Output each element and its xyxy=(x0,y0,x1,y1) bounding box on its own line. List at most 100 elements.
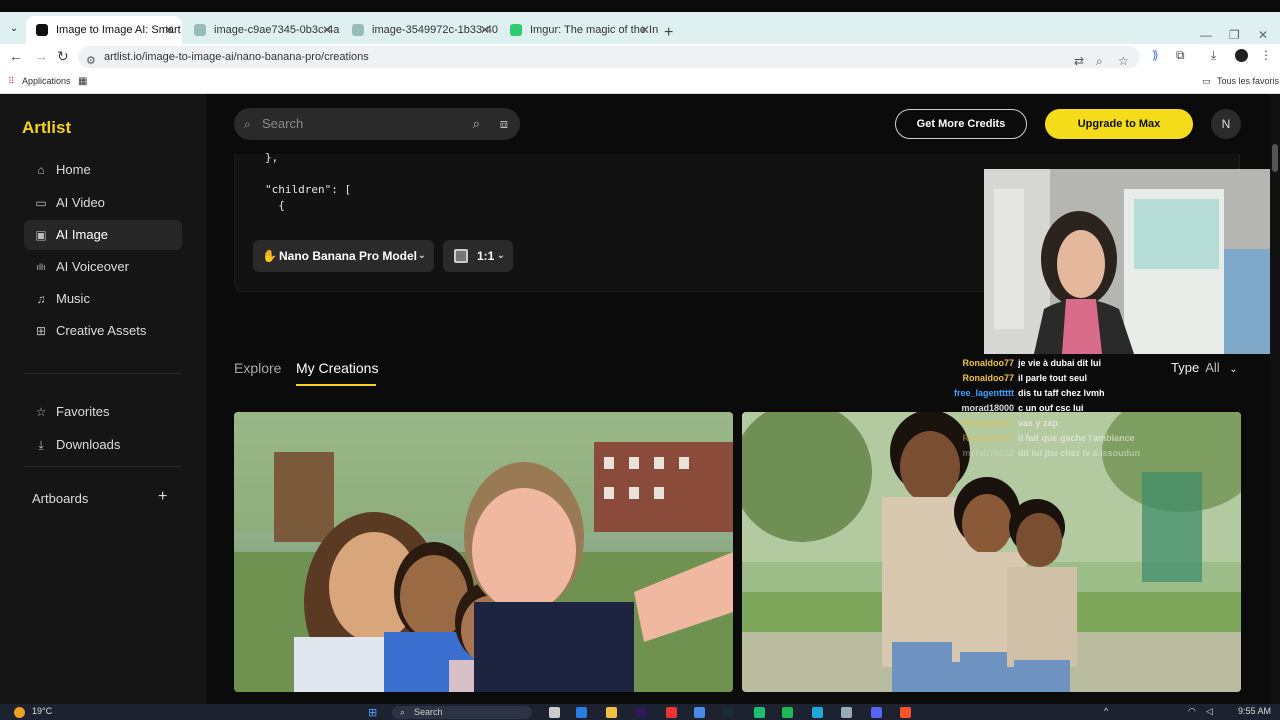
back-icon[interactable]: ← xyxy=(9,48,23,64)
aspect-ratio-selector[interactable]: 1:1 ⌄ xyxy=(443,240,513,272)
chat-message: Ronaldoo77 vas y zap xyxy=(940,416,1180,431)
tab-explore[interactable]: Explore xyxy=(234,360,281,376)
extension-icon[interactable]: ⟫ xyxy=(1152,48,1159,62)
extensions-puzzle-icon[interactable]: ⧉ xyxy=(1176,48,1185,63)
close-tab-icon[interactable]: ✕ xyxy=(322,16,332,44)
download-icon[interactable]: ⤓ xyxy=(1211,48,1216,63)
volume-icon[interactable]: ◁ xyxy=(1206,706,1213,717)
tab-list-dropdown-icon[interactable]: ⌄ xyxy=(6,21,22,37)
taskbar-search-label: Search xyxy=(414,707,443,717)
app-icon[interactable] xyxy=(812,707,823,718)
site-info-icon[interactable]: ⚙ xyxy=(86,50,96,72)
url-field[interactable]: ⚙ artlist.io/image-to-image-ai/nano-bana… xyxy=(78,46,1140,68)
sidebar-divider xyxy=(24,466,182,467)
scrollbar-thumb[interactable] xyxy=(1272,144,1278,172)
task-view-icon[interactable] xyxy=(549,707,560,718)
artlist-logo[interactable]: Artlist xyxy=(22,118,71,138)
close-tab-icon[interactable]: ✕ xyxy=(640,16,650,44)
new-tab-icon[interactable]: + xyxy=(664,24,673,42)
chat-text: il parle tout seul xyxy=(1018,373,1088,383)
browser-tab-2[interactable]: image-3549972c-1b33-40b1-a ✕ xyxy=(342,16,498,44)
sidebar-item-ai-image[interactable]: ▣ AI Image xyxy=(24,220,182,250)
weather-icon[interactable] xyxy=(14,707,25,718)
chat-message: Ronaldoo77 je vie à dubai dit lui xyxy=(940,356,1180,371)
translate-icon[interactable]: ⇄ xyxy=(1074,50,1084,72)
apps-grid-icon: ⠿ xyxy=(8,76,15,86)
stream-chat-overlay: Ronaldoo77 je vie à dubai dit lui Ronaldo… xyxy=(940,356,1180,461)
search-input[interactable]: ⌕ Search ⌕ ⧈ xyxy=(234,108,520,140)
model-label: Nano Banana Pro Model xyxy=(279,249,418,263)
bookmark-applications[interactable]: Applications xyxy=(22,76,71,86)
weather-temp[interactable]: 19°C xyxy=(32,706,52,716)
taskbar-clock[interactable]: 9:55 AM xyxy=(1238,706,1271,716)
magnifier-icon[interactable]: ⌕ xyxy=(473,108,480,140)
close-tab-icon[interactable]: ✕ xyxy=(164,16,174,44)
creation-image-family-selfie[interactable] xyxy=(234,412,733,692)
tab-my-creations[interactable]: My Creations xyxy=(296,360,378,376)
sidebar-item-creative-assets[interactable]: ⊞ Creative Assets xyxy=(24,316,182,346)
sidebar-item-ai-video[interactable]: ▭ AI Video xyxy=(24,188,182,218)
chat-username: Ronaldoo77 xyxy=(962,433,1014,443)
sidebar-item-label: Downloads xyxy=(56,437,121,452)
sidebar-item-music[interactable]: ♫ Music xyxy=(24,284,182,314)
wifi-icon[interactable]: ◠ xyxy=(1188,706,1196,717)
sidebar: Artlist ⌂ Home ▭ AI Video ▣ AI Image ıll… xyxy=(0,94,206,704)
model-selector[interactable]: ✋ Nano Banana Pro Model ⌄ xyxy=(253,240,434,272)
browser-tab-0[interactable]: Image to Image AI: Smart AI Im ✕ xyxy=(26,16,182,44)
tray-chevron-icon[interactable]: ^ xyxy=(1104,706,1108,716)
sidebar-item-downloads[interactable]: ⤓ Downloads xyxy=(24,430,182,460)
browser-tab-1[interactable]: image-c9ae7345-0b3c-4ab4-a ✕ xyxy=(184,16,340,44)
profile-avatar[interactable] xyxy=(1235,49,1248,62)
url-text: artlist.io/image-to-image-ai/nano-banana… xyxy=(104,51,369,63)
chat-message: free_lagenttttt dis tu taff chez lvmh xyxy=(940,386,1180,401)
page-scrollbar[interactable] xyxy=(1270,94,1280,704)
edge-app-icon[interactable] xyxy=(576,707,587,718)
sidebar-item-label: Favorites xyxy=(56,404,110,419)
chat-username: Ronaldoo77 xyxy=(962,418,1014,428)
fiverr-app-icon[interactable] xyxy=(754,707,765,718)
code-line: "children": [ xyxy=(265,183,352,196)
taskbar-search[interactable]: ⌕ Search xyxy=(392,706,532,719)
close-tab-icon[interactable]: ✕ xyxy=(480,16,490,44)
sidebar-item-ai-voiceover[interactable]: ıllı AI Voiceover xyxy=(24,252,182,282)
get-more-credits-button[interactable]: Get More Credits xyxy=(895,109,1027,139)
obs-app-icon[interactable] xyxy=(666,707,677,718)
square-ratio-icon xyxy=(454,249,468,263)
brave-app-icon[interactable] xyxy=(900,707,911,718)
premiere-app-icon[interactable] xyxy=(636,707,647,718)
sidebar-item-label: Home xyxy=(56,162,91,177)
browser-tab-3[interactable]: Imgur: The magic of the Intern ✕ xyxy=(500,16,658,44)
file-explorer-icon[interactable] xyxy=(606,707,617,718)
folder-icon: ▭ xyxy=(1202,76,1211,86)
browser-tab-bar: ⌄ Image to Image AI: Smart AI Im ✕ image… xyxy=(0,12,1280,44)
spotify-app-icon[interactable] xyxy=(782,707,793,718)
zoom-icon[interactable]: ⌕ xyxy=(1096,50,1103,72)
image-search-icon[interactable]: ⧈ xyxy=(500,108,508,140)
windows-start-icon[interactable]: ⊞ xyxy=(368,706,377,719)
sidebar-item-home[interactable]: ⌂ Home xyxy=(24,155,182,185)
app-icon[interactable] xyxy=(841,707,852,718)
add-artboard-button[interactable]: + xyxy=(158,488,167,506)
maximize-icon[interactable]: ❐ xyxy=(1229,28,1240,42)
close-window-icon[interactable]: ✕ xyxy=(1258,28,1268,42)
waveform-icon: ıllı xyxy=(36,262,46,272)
menu-kebab-icon[interactable]: ⋮ xyxy=(1260,48,1272,62)
minimize-icon[interactable]: — xyxy=(1200,28,1212,42)
discord-app-icon[interactable] xyxy=(871,707,882,718)
webcam-feed xyxy=(984,169,1280,354)
sidebar-item-favorites[interactable]: ☆ Favorites xyxy=(24,397,182,427)
bookmark-star-icon[interactable]: ☆ xyxy=(1118,50,1129,72)
family-photo xyxy=(234,412,733,692)
chrome-app-icon[interactable] xyxy=(694,707,705,718)
avatar[interactable]: N xyxy=(1211,109,1241,139)
grid-icon: ⊞ xyxy=(35,324,47,338)
tab-groups-icon[interactable]: ▦ xyxy=(78,76,87,87)
active-tab-underline xyxy=(296,384,376,386)
type-filter[interactable]: Type All ⌄ xyxy=(1171,360,1238,375)
reload-icon[interactable]: ↻ xyxy=(57,48,69,65)
steam-app-icon[interactable] xyxy=(722,707,733,718)
forward-icon[interactable]: → xyxy=(34,48,48,64)
bookmark-all-favorites[interactable]: Tous les favoris xyxy=(1217,76,1279,86)
upgrade-button[interactable]: Upgrade to Max xyxy=(1045,109,1193,139)
webcam-overlay xyxy=(984,169,1280,354)
